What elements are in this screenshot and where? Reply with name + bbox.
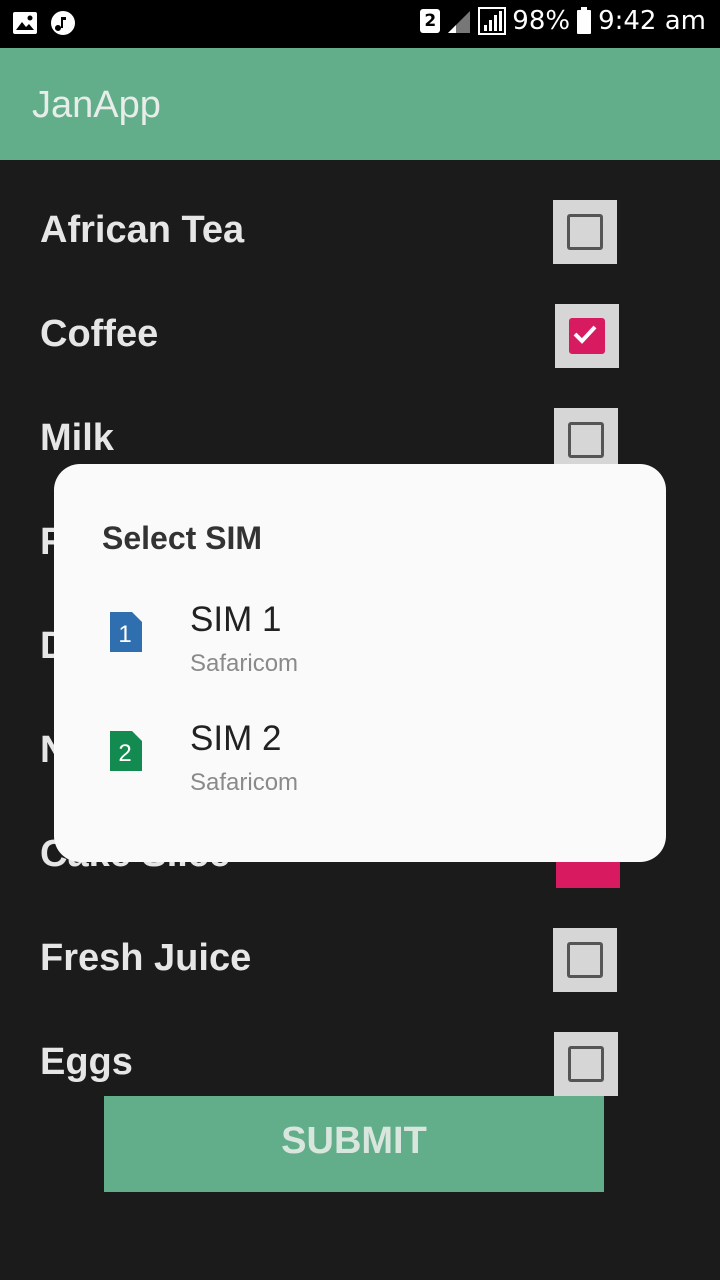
item-label: Milk xyxy=(40,417,114,459)
sim-name: SIM 1 xyxy=(190,600,282,639)
list-item: Coffee xyxy=(0,304,720,384)
milk-checkbox[interactable] xyxy=(554,408,618,472)
sim-card-number: 2 xyxy=(118,740,131,767)
submit-button[interactable]: SUBMIT xyxy=(104,1096,604,1192)
checkbox-box xyxy=(567,942,603,978)
list-item: Fresh Juice xyxy=(0,928,720,1008)
checkbox-box xyxy=(568,422,604,458)
app-bar: JanApp xyxy=(0,48,720,160)
eggs-checkbox[interactable] xyxy=(554,1032,618,1096)
sim-option-2[interactable]: 2 SIM 2 Safaricom xyxy=(54,719,666,819)
list-item: African Tea xyxy=(0,200,720,280)
item-label: African Tea xyxy=(40,209,245,251)
sim-card-number: 1 xyxy=(118,621,131,648)
clock: 9:42 am xyxy=(598,6,706,36)
music-notification-icon xyxy=(51,11,75,35)
african-tea-checkbox[interactable] xyxy=(553,200,617,264)
sim-indicator-badge: 2 xyxy=(420,9,441,33)
signal-sim1-icon xyxy=(478,7,507,35)
submit-label: SUBMIT xyxy=(281,1120,427,1162)
sim-name: SIM 2 xyxy=(190,719,282,758)
battery-icon xyxy=(577,7,592,34)
coffee-checkbox[interactable] xyxy=(555,304,619,368)
dialog-title: Select SIM xyxy=(102,520,263,556)
checkbox-box xyxy=(568,1046,604,1082)
sim-carrier: Safaricom xyxy=(190,650,299,677)
item-label: Coffee xyxy=(40,313,159,355)
checkbox-box xyxy=(567,214,603,250)
signal-sim2-icon xyxy=(448,11,471,33)
battery-percent: 98% xyxy=(512,6,571,36)
sim-card-icon: 1 xyxy=(110,612,142,652)
status-bar: 2 98% 9:42 am xyxy=(0,0,720,48)
gallery-notification-icon xyxy=(13,12,37,34)
sim-card-icon: 2 xyxy=(110,731,142,771)
item-label: Fresh Juice xyxy=(40,937,252,979)
fresh-juice-checkbox[interactable] xyxy=(553,928,617,992)
app-title: JanApp xyxy=(32,84,161,126)
select-sim-dialog: Select SIM 1 SIM 1 Safaricom 2 SIM 2 Saf… xyxy=(54,464,666,862)
checkmark-icon xyxy=(573,325,597,344)
item-label: Eggs xyxy=(40,1041,133,1083)
sim-carrier: Safaricom xyxy=(190,769,299,796)
sim-option-1[interactable]: 1 SIM 1 Safaricom xyxy=(54,600,666,700)
